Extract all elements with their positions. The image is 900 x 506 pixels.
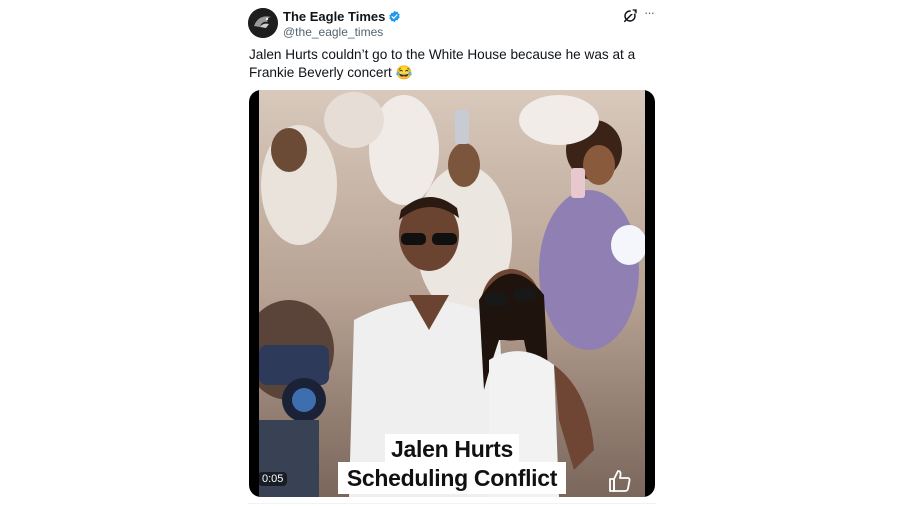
video-frame-image	[259, 90, 645, 497]
video-duration: 0:05	[258, 472, 288, 486]
verified-badge-icon	[389, 10, 401, 22]
author-block: The Eagle Times @the_eagle_times	[283, 8, 401, 39]
thumbs-up-icon	[609, 470, 631, 492]
tweet-text: Jalen Hurts couldn’t go to the White Hou…	[249, 47, 636, 80]
video-frame	[259, 90, 645, 497]
tweet-divider	[248, 503, 656, 504]
eagle-avatar-icon	[248, 8, 278, 38]
more-options-icon[interactable]: ···	[641, 6, 657, 22]
video-player[interactable]: Jalen Hurts Scheduling Conflict 0:05	[249, 90, 655, 497]
grok-icon[interactable]	[622, 8, 638, 24]
author-display-name[interactable]: The Eagle Times	[283, 9, 385, 24]
author-avatar[interactable]	[248, 8, 278, 38]
author-handle[interactable]: @the_eagle_times	[283, 25, 401, 39]
tweet[interactable]: The Eagle Times @the_eagle_times ··· Jal…	[248, 6, 656, 506]
